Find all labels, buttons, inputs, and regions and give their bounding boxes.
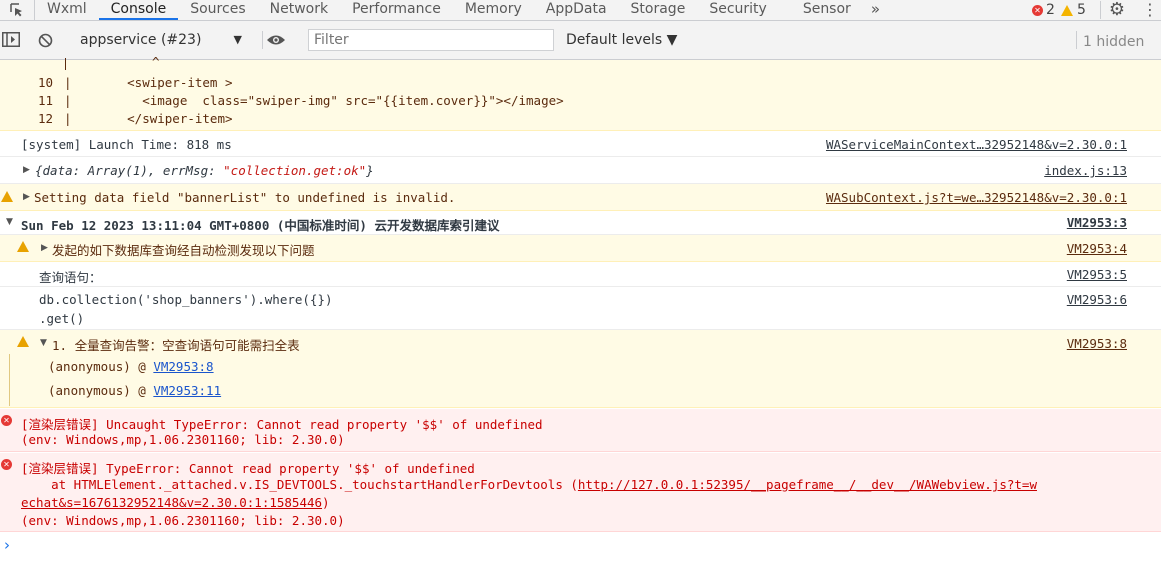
warning-icon xyxy=(1060,4,1073,16)
console-group-header[interactable]: ▼ Sun Feb 12 2023 13:11:04 GMT+0800 (中国标… xyxy=(0,211,1161,235)
tab-memory[interactable]: Memory xyxy=(453,0,534,20)
line-number: 10 xyxy=(38,75,54,90)
tab-performance[interactable]: Performance xyxy=(340,0,453,20)
console-message: db.collection('shop_banners').where({}) … xyxy=(0,287,1161,330)
stack-frame-link[interactable]: VM2953:8 xyxy=(153,359,213,374)
warning-icon xyxy=(17,336,29,347)
context-selector-value: appservice (#23) xyxy=(80,32,202,48)
tab-security[interactable]: Security xyxy=(697,0,779,20)
code-line: <image class="swiper-img" src="{{item.co… xyxy=(82,93,564,108)
code-line: </swiper-item> xyxy=(82,111,233,126)
divider xyxy=(1099,1,1101,19)
source-link[interactable]: VM2953:3 xyxy=(1067,215,1127,230)
query-code-line: db.collection('shop_banners').where({}) xyxy=(39,292,333,307)
group-title: Sun Feb 12 2023 13:11:04 GMT+0800 (中国标准时… xyxy=(21,218,500,233)
source-link[interactable]: VM2953:4 xyxy=(1067,241,1127,256)
error-icon: ✕ xyxy=(1,459,12,470)
error-count: 2 xyxy=(1046,2,1055,18)
message-text: Setting data field "bannerList" to undef… xyxy=(34,190,456,205)
error-env: (env: Windows,mp,1.06.2301160; lib: 2.30… xyxy=(21,513,345,528)
eye-icon[interactable] xyxy=(266,34,286,50)
dropdown-arrow-icon: ▼ xyxy=(233,33,242,46)
clear-console-icon[interactable] xyxy=(38,33,53,52)
warning-message: ▶ 发起的如下数据库查询经自动检测发现以下问题 VM2953:4 xyxy=(0,235,1161,262)
error-icon: ✕ xyxy=(1,415,12,426)
source-link[interactable]: index.js:13 xyxy=(1044,163,1127,178)
warning-icon xyxy=(17,241,29,252)
devtools-tab-bar: Wxml Console Sources Network Performance… xyxy=(0,0,1161,21)
tab-console[interactable]: Console xyxy=(98,0,179,20)
tab-appdata[interactable]: AppData xyxy=(534,0,619,20)
error-text: [渲染层错误] Uncaught TypeError: Cannot read … xyxy=(21,417,543,432)
error-text: [渲染层错误] TypeError: Cannot read property … xyxy=(21,461,475,476)
console-output: ^ 10 | <swiper-item > 11 | <image class=… xyxy=(0,54,1161,567)
message-text: 发起的如下数据库查询经自动检测发现以下问题 xyxy=(52,243,315,258)
source-link[interactable]: WASubContext.js?t=we…32952148&v=2.30.0:1 xyxy=(826,190,1127,205)
console-message: [system] Launch Time: 818 ms WAServiceMa… xyxy=(0,132,1161,157)
filter-input[interactable] xyxy=(308,29,554,51)
warning-message: ▼ 1. 全量查询告警：空查询语句可能需扫全表 VM2953:8 (anonym… xyxy=(0,330,1161,408)
error-count-badge[interactable]: ✕ 2 xyxy=(1032,2,1055,18)
message-text: {data: Array(1), errMsg: "collection.get… xyxy=(35,163,374,178)
line-number: 11 xyxy=(38,93,54,108)
warning-message: ▶ Setting data field "bannerList" to und… xyxy=(0,184,1161,211)
error-icon: ✕ xyxy=(1032,4,1044,16)
tabbar-right-controls: ✕ 2 5 ⚙ ⋮ xyxy=(1032,0,1161,20)
source-link[interactable]: VM2953:8 xyxy=(1067,336,1127,351)
code-line: <swiper-item > xyxy=(82,75,233,90)
gear-icon[interactable]: ⚙ xyxy=(1109,0,1125,20)
console-toolbar: appservice (#23) ▼ Default levels ▼ 1 hi… xyxy=(0,21,1161,60)
error-message: ✕ [渲染层错误] Uncaught TypeError: Cannot rea… xyxy=(0,409,1161,452)
message-text: 1. 全量查询告警：空查询语句可能需扫全表 xyxy=(52,338,300,353)
tab-wxml[interactable]: Wxml xyxy=(35,0,99,20)
hidden-count: 1 hidden xyxy=(1083,34,1145,50)
context-selector[interactable]: appservice (#23) ▼ xyxy=(72,30,248,50)
console-prompt[interactable]: › xyxy=(4,536,10,554)
divider xyxy=(1076,31,1077,49)
warning-count: 5 xyxy=(1076,2,1086,18)
expand-arrow-icon[interactable]: ▶ xyxy=(23,165,30,175)
source-link[interactable]: WAServiceMainContext…32952148&v=2.30.0:1 xyxy=(826,137,1127,152)
divider xyxy=(262,31,263,49)
gutter-pipe: | xyxy=(64,111,72,126)
error-stack-line: echat&s=1676132952148&v=2.30.0:1:1585446… xyxy=(21,495,330,510)
stack-frame: (anonymous) @ VM2953:8 xyxy=(48,359,214,374)
source-link[interactable]: VM2953:5 xyxy=(1067,267,1127,282)
console-message: 查询语句： VM2953:5 xyxy=(0,262,1161,287)
warning-icon xyxy=(1,191,13,202)
expand-arrow-icon[interactable]: ▶ xyxy=(23,192,30,202)
line-number: 12 xyxy=(38,111,54,126)
tab-storage[interactable]: Storage xyxy=(619,0,698,20)
query-code-line: .get() xyxy=(39,311,85,326)
code-snippet-block: ^ 10 | <swiper-item > 11 | <image class=… xyxy=(0,54,1161,131)
gutter-pipe: | xyxy=(64,75,72,90)
console-message: ▶ {data: Array(1), errMsg: "collection.g… xyxy=(0,157,1161,184)
source-link[interactable]: VM2953:6 xyxy=(1067,292,1127,307)
caret-marker: ^ xyxy=(152,54,160,69)
message-text: 查询语句： xyxy=(39,270,102,285)
gutter-bar xyxy=(65,58,66,70)
error-message: ✕ [渲染层错误] TypeError: Cannot read propert… xyxy=(0,453,1161,532)
more-tabs-button[interactable]: » xyxy=(863,0,888,20)
log-levels-dropdown[interactable]: Default levels ▼ xyxy=(566,32,677,48)
error-stack-line: at HTMLElement._attached.v.IS_DEVTOOLS._… xyxy=(21,477,1037,492)
collapse-arrow-icon[interactable]: ▼ xyxy=(40,338,47,348)
gutter-pipe: | xyxy=(64,93,72,108)
collapse-arrow-icon[interactable]: ▼ xyxy=(6,217,13,227)
warning-count-badge[interactable]: 5 xyxy=(1060,2,1086,18)
more-options-icon[interactable]: ⋮ xyxy=(1139,0,1161,20)
tab-sources[interactable]: Sources xyxy=(178,0,257,20)
expand-arrow-icon[interactable]: ▶ xyxy=(41,243,48,253)
error-url-link[interactable]: http://127.0.0.1:52395/__pageframe__/__d… xyxy=(578,477,1037,492)
tab-network[interactable]: Network xyxy=(258,0,340,20)
tab-sensor[interactable]: Sensor xyxy=(779,0,863,20)
message-text: [system] Launch Time: 818 ms xyxy=(21,137,232,152)
stack-frame-link[interactable]: VM2953:11 xyxy=(153,383,221,398)
inspect-element-icon[interactable] xyxy=(0,0,35,20)
stack-indent-line xyxy=(9,354,10,406)
stack-frame: (anonymous) @ VM2953:11 xyxy=(48,383,222,398)
error-url-link[interactable]: echat&s=1676132952148&v=2.30.0:1:1585446 xyxy=(21,495,322,510)
error-env: (env: Windows,mp,1.06.2301160; lib: 2.30… xyxy=(21,432,345,447)
sidebar-toggle-icon[interactable] xyxy=(2,32,20,51)
